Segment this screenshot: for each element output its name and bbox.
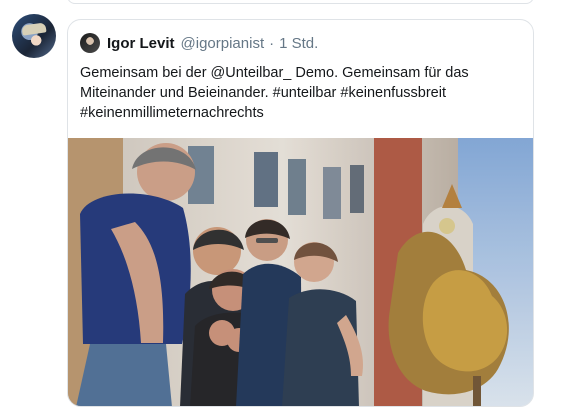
author-avatar[interactable] [80, 33, 100, 53]
quoted-tweet-header: Igor Levit @igorpianist · 1 Std. [80, 32, 318, 54]
previous-card-edge [67, 0, 534, 4]
author-name[interactable]: Igor Levit [107, 35, 175, 52]
tweet-photo[interactable] [68, 138, 533, 406]
author-handle[interactable]: @igorpianist [181, 35, 265, 52]
quoted-tweet-text: Gemeinsam bei der @Unteilbar_ Demo. Geme… [80, 65, 469, 121]
avatar-hat-detail [21, 22, 47, 36]
header-separator: · [269, 34, 275, 52]
profile-avatar[interactable] [12, 14, 56, 58]
tweet-timestamp[interactable]: 1 Std. [279, 35, 318, 52]
photo-media-icon [68, 138, 533, 406]
quoted-tweet-card[interactable]: Igor Levit @igorpianist · 1 Std. Gemeins… [67, 19, 534, 407]
